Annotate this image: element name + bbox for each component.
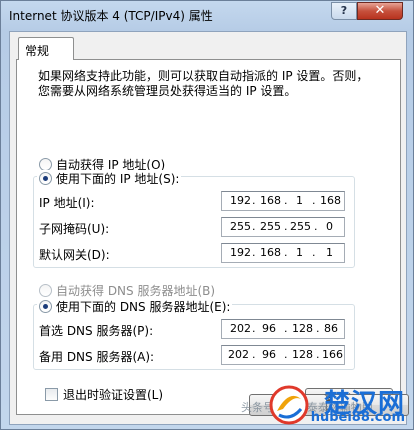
pdns-octet-2: 96 — [262, 322, 276, 335]
dialog-body: 常规 如果网络支持此功能，则可以获取自动指派的 IP 设置。否则， 您需要从网络… — [9, 31, 407, 425]
gw-octet-2: 168 — [260, 246, 281, 259]
preferred-dns-label: 首选 DNS 服务器(P): — [39, 324, 154, 338]
mask-octet-4: 0 — [326, 220, 333, 233]
adns-octet-3: 128 — [292, 348, 313, 361]
ip-octet-4: 168 — [320, 194, 341, 207]
gateway-input[interactable]: 192 . 168 . 1 . 1 — [221, 243, 345, 263]
alternate-dns-input[interactable]: 202 . 96 . 128 . 166 — [221, 345, 345, 365]
alternate-dns-label: 备用 DNS 服务器(A): — [39, 350, 155, 364]
radio-auto-dns[interactable]: 自动获得 DNS 服务器地址(B) — [39, 282, 215, 299]
subnet-mask-input[interactable]: 255 . 255 . 255 . 0 — [221, 217, 345, 237]
mask-octet-3: 255 — [290, 220, 311, 233]
radio-manual-ip[interactable]: 使用下面的 IP 地址(S): — [37, 170, 182, 187]
watermark-url: hubei88.com — [310, 410, 405, 425]
window-title: Internet 协议版本 4 (TCP/IPv4) 属性 — [9, 9, 213, 23]
ip-octet-1: 192 — [230, 194, 251, 207]
tab-general[interactable]: 常规 — [18, 37, 74, 60]
help-button[interactable]: ? — [331, 2, 357, 20]
gw-octet-1: 192 — [230, 246, 251, 259]
radio-manual-dns-label: 使用下面的 DNS 服务器地址(E): — [56, 300, 231, 314]
gw-octet-4: 1 — [326, 246, 333, 259]
watermark: 头条号 / 大亚泰泰物输物助 楚汉网 hubei88.com — [241, 383, 411, 429]
pdns-octet-3: 128 — [292, 322, 313, 335]
watermark-badge-icon — [269, 385, 309, 425]
dialog-window: Internet 协议版本 4 (TCP/IPv4) 属性 ? ✕ 常规 如果网… — [0, 0, 414, 430]
pdns-octet-4: 86 — [324, 322, 338, 335]
validate-label: 退出时验证设置(L) — [63, 388, 164, 402]
adns-octet-1: 202 — [228, 348, 249, 361]
ip-address-label: IP 地址(I): — [39, 196, 95, 210]
subnet-mask-label: 子网掩码(U): — [39, 222, 110, 236]
adns-octet-4: 166 — [322, 348, 343, 361]
ip-octet-3: 1 — [296, 194, 303, 207]
close-button[interactable]: ✕ — [357, 2, 403, 20]
description: 如果网络支持此功能，则可以获取自动指派的 IP 设置。否则， 您需要从网络系统管… — [38, 69, 368, 99]
radio-auto-dns-circle[interactable] — [39, 284, 52, 297]
description-line-2: 您需要从网络系统管理员处获得适当的 IP 设置。 — [38, 84, 297, 98]
mask-octet-1: 255 — [230, 220, 251, 233]
general-panel: 如果网络支持此功能，则可以获取自动指派的 IP 设置。否则， 您需要从网络系统管… — [16, 59, 401, 415]
description-line-1: 如果网络支持此功能，则可以获取自动指派的 IP 设置。否则， — [38, 69, 369, 83]
validate-checkbox[interactable] — [45, 388, 58, 401]
validate-on-exit[interactable]: 退出时验证设置(L) — [45, 386, 163, 403]
title-bar[interactable]: Internet 协议版本 4 (TCP/IPv4) 属性 ? ✕ — [1, 1, 413, 31]
radio-manual-dns-circle[interactable] — [39, 300, 52, 313]
radio-manual-dns[interactable]: 使用下面的 DNS 服务器地址(E): — [37, 298, 233, 315]
pdns-octet-1: 202 — [230, 322, 251, 335]
mask-octet-2: 255 — [260, 220, 281, 233]
gateway-label: 默认网关(D): — [39, 248, 110, 262]
gw-octet-3: 1 — [296, 246, 303, 259]
radio-manual-ip-label: 使用下面的 IP 地址(S): — [56, 172, 180, 186]
ip-address-input[interactable]: 192 . 168 . 1 . 168 — [221, 191, 345, 211]
preferred-dns-input[interactable]: 202 . 96 . 128 . 86 — [221, 319, 345, 339]
radio-auto-dns-label: 自动获得 DNS 服务器地址(B) — [56, 284, 216, 298]
adns-octet-2: 96 — [262, 348, 276, 361]
ip-octet-2: 168 — [260, 194, 281, 207]
radio-manual-ip-circle[interactable] — [39, 172, 52, 185]
